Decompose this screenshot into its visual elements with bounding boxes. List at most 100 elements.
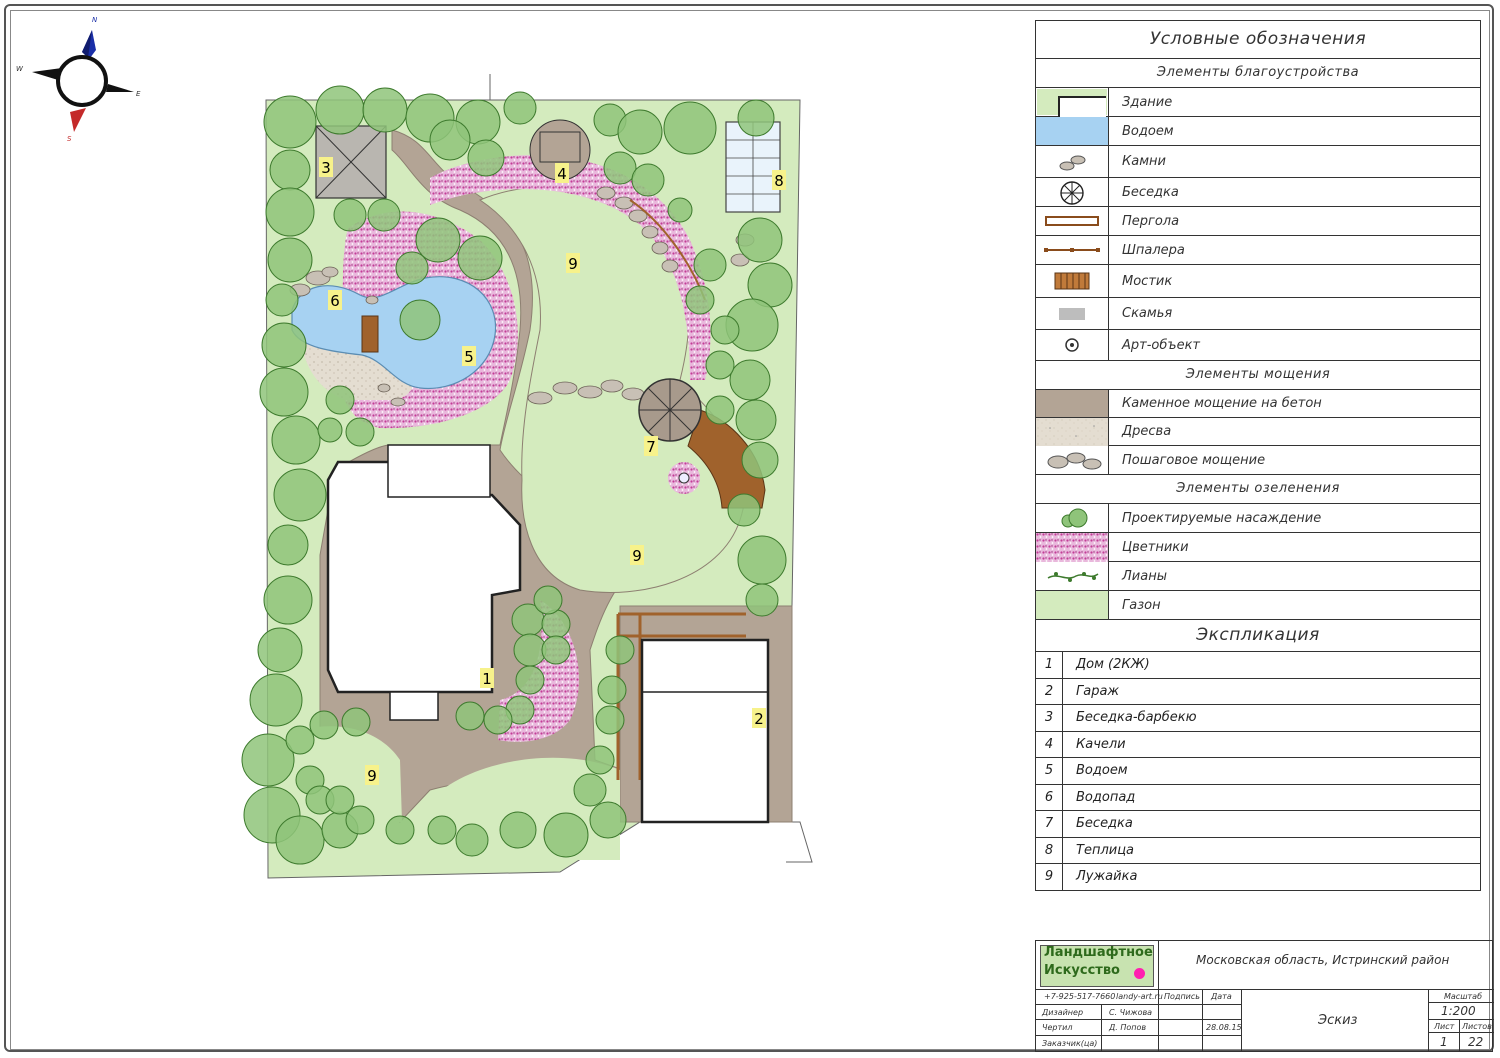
tree [341,707,371,737]
compass-n: N [92,16,98,24]
tree-legend-icon [1061,508,1088,528]
legend-item-flowerbeds: Цветники [1036,533,1480,562]
tree [257,627,303,673]
tree [603,151,637,185]
tree [271,415,321,465]
explication-row: 1 Дом (2КЖ) [1036,652,1480,679]
explication-row: 3 Беседка-барбекю [1036,705,1480,732]
tree [605,635,635,665]
gravel-legend-icon [1036,418,1108,446]
explication-label: Дом (2КЖ) [1076,657,1150,672]
explication-row: 7 Беседка [1036,811,1480,838]
tree [515,665,545,695]
legend-item-lawn: Газон [1036,591,1480,620]
explication-row: 2 Гараж [1036,678,1480,705]
legend-section-greenery: Элементы озеленения [1036,475,1480,504]
tree [693,248,727,282]
client-label: Заказчик(ца) [1042,1039,1098,1048]
compass-e: E [136,90,141,98]
tree [595,705,625,735]
legend-item-stepping: Пошаговое мощение [1036,446,1480,475]
tree [275,815,325,865]
tree [325,385,355,415]
phone: +7-925-517-7660 [1044,992,1116,1001]
svg-text:3: 3 [321,159,331,177]
drafter-label: Чертил [1042,1023,1073,1032]
tree [737,535,787,585]
tree [513,633,547,667]
stage: Эскиз [1318,1013,1358,1028]
tree [499,811,537,849]
tree [345,417,375,447]
svg-text:9: 9 [367,767,377,785]
legend-item-bridge: Мостик [1036,265,1480,298]
explication-label: Беседка [1076,816,1133,831]
explication-list: 1 Дом (2КЖ) 2 Гараж 3 Беседка-барбекю 4 Качели 5… [1036,652,1480,890]
explication-label: Гараж [1076,683,1120,699]
tree [705,350,735,380]
col-date: Дата [1211,992,1232,1001]
svg-text:6: 6 [330,292,340,310]
legend-item-vines: Лианы [1036,562,1480,591]
svg-text:1: 1 [482,670,492,688]
logo-dot [1134,968,1145,979]
tree [455,823,489,857]
legend-item-stone-paving: Каменное мощение на бетон [1036,390,1480,418]
pergola-legend-icon [1045,216,1099,226]
tree [745,583,779,617]
tree [273,468,327,522]
tree [269,149,311,191]
legend-item-pergola: Пергола [1036,207,1480,236]
tree [285,725,315,755]
tree [249,673,303,727]
bench-icon [1059,308,1085,320]
tree [263,575,313,625]
explication-num: 1 [1036,652,1063,678]
legend-section-paving: Элементы мощения [1036,361,1480,390]
explication-title: Экспликация [1036,620,1480,652]
legend-item-bench: Скамья [1036,298,1480,330]
tree [429,119,471,161]
bridge-icon [361,315,379,353]
flowerbed-legend-icon [1036,533,1108,562]
legend-table: Условные обозначения Элементы благоустро… [1035,20,1481,891]
art-legend-icon [1065,338,1079,352]
legend-item-art: Арт-объект [1036,330,1480,361]
explication-num: 2 [1036,678,1063,704]
project-location: Московская область, Истринский район [1196,953,1450,967]
legend-item-trellis: Шпалера [1036,236,1480,265]
tree [503,91,537,125]
explication-num: 9 [1036,864,1063,890]
compass-s: S [67,135,72,143]
tree [729,359,771,401]
website: landy-art.ru [1116,992,1163,1001]
explication-row: 4 Качели [1036,731,1480,758]
stepping-legend-icon [1047,452,1102,470]
site-plan: N S W E 1 2 3 4 5 6 7 8 9 9 9 [16,16,813,879]
legend-item-gazebo: Беседка [1036,178,1480,207]
designer-label: Дизайнер [1042,1008,1084,1017]
art-object-icon [678,472,690,484]
date-value: 28.08.15 [1206,1023,1242,1032]
garage-building [640,638,770,824]
sheet-number: 1 [1440,1035,1448,1049]
explication-num: 6 [1036,784,1063,810]
tree [315,85,365,135]
tree [705,395,735,425]
svg-text:9: 9 [632,547,642,565]
tree [333,198,367,232]
tree [399,299,441,341]
explication-label: Водоем [1076,763,1128,778]
stones-icon [1059,155,1086,171]
title-block: Ландшафтное Искусство +7-925-517-7660 la… [1035,940,1494,1052]
legend-section-improvement: Элементы благоустройства [1036,59,1480,88]
tree [265,187,315,237]
svg-text:8: 8 [774,172,784,190]
explication-num: 4 [1036,731,1063,757]
tree [395,251,429,285]
tree [455,701,485,731]
tree [483,705,513,735]
sheet-count: 22 [1468,1035,1484,1049]
legend-item-gravel: Дресва [1036,418,1480,446]
tree [533,585,563,615]
